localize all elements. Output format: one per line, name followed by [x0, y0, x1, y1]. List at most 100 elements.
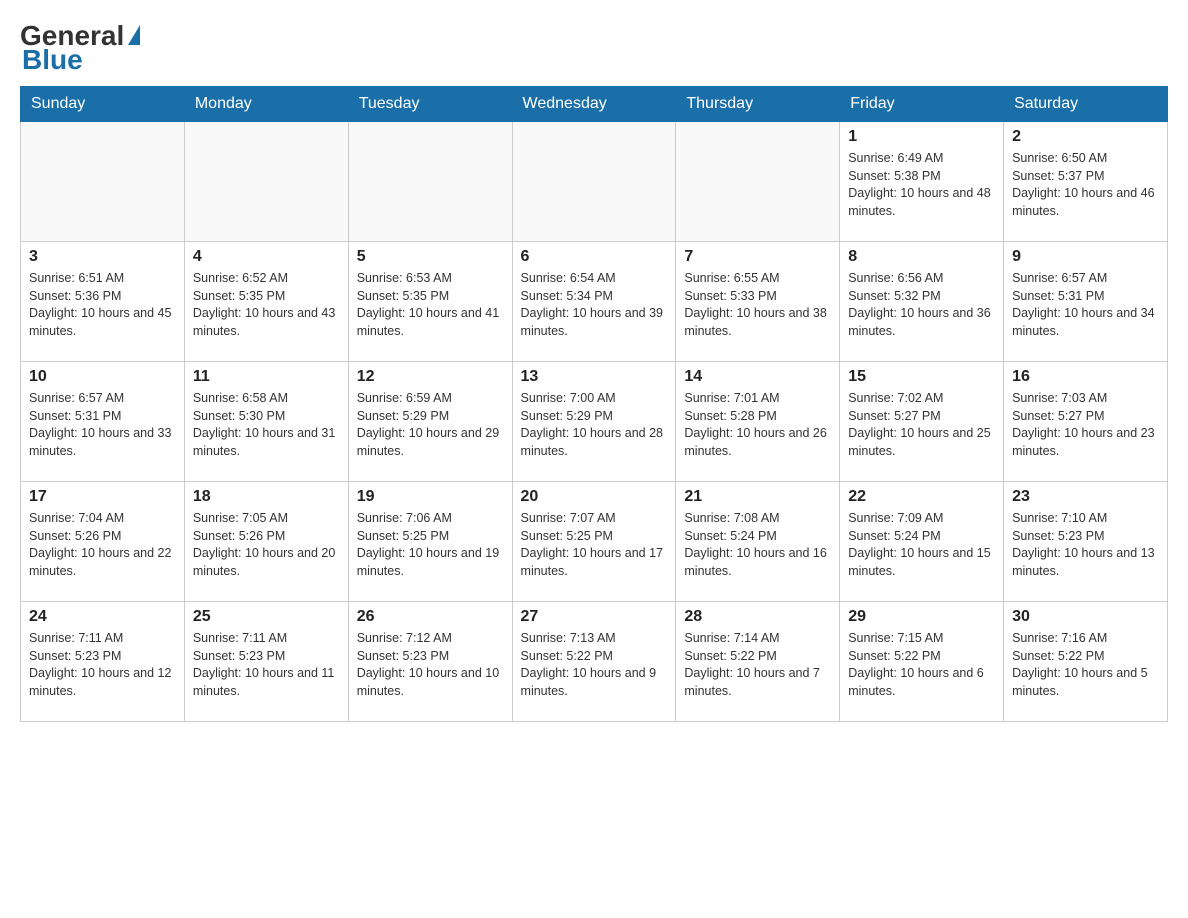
logo-triangle-icon [128, 25, 140, 45]
day-number: 23 [1012, 488, 1159, 506]
logo-blue-text: Blue [22, 44, 83, 76]
calendar-cell: 17Sunrise: 7:04 AM Sunset: 5:26 PM Dayli… [21, 482, 185, 602]
header-monday: Monday [184, 87, 348, 122]
day-number: 4 [193, 248, 340, 266]
day-number: 5 [357, 248, 504, 266]
day-info: Sunrise: 7:07 AM Sunset: 5:25 PM Dayligh… [521, 510, 668, 580]
day-number: 28 [684, 608, 831, 626]
calendar-week-row: 17Sunrise: 7:04 AM Sunset: 5:26 PM Dayli… [21, 482, 1168, 602]
day-number: 27 [521, 608, 668, 626]
calendar-cell: 15 Sunrise: 7:02 AM Sunset: 5:27 PM Dayli… [840, 362, 1004, 482]
day-info: Sunrise: 6:58 AM Sunset: 5:30 PM Dayligh… [193, 390, 340, 460]
day-number: 16 [1012, 368, 1159, 386]
day-number: 14 [684, 368, 831, 386]
day-info: Sunrise: 6:59 AM Sunset: 5:29 PM Dayligh… [357, 390, 504, 460]
calendar-cell: 23 Sunrise: 7:10 AM Sunset: 5:23 PM Dayli… [1004, 482, 1168, 602]
day-number: 17 [29, 488, 176, 506]
header-sunday: Sunday [21, 87, 185, 122]
day-info: Sunrise: 6:51 AM Sunset: 5:36 PM Dayligh… [29, 270, 176, 340]
day-number: 9 [1012, 248, 1159, 266]
day-number: 7 [684, 248, 831, 266]
calendar-header-row: Sunday Monday Tuesday Wednesday Thursday… [21, 87, 1168, 122]
day-info: Sunrise: 7:14 AM Sunset: 5:22 PM Dayligh… [684, 630, 831, 700]
calendar-cell: 16Sunrise: 7:03 AM Sunset: 5:27 PM Dayli… [1004, 362, 1168, 482]
calendar-cell: 30 Sunrise: 7:16 AM Sunset: 5:22 PM Dayli… [1004, 602, 1168, 722]
header-wednesday: Wednesday [512, 87, 676, 122]
calendar-week-row: 10 Sunrise: 6:57 AM Sunset: 5:31 PM Dayli… [21, 362, 1168, 482]
calendar-cell: 25 Sunrise: 7:11 AM Sunset: 5:23 PM Dayli… [184, 602, 348, 722]
calendar-cell: 5 Sunrise: 6:53 AM Sunset: 5:35 PM Daylig… [348, 242, 512, 362]
header-tuesday: Tuesday [348, 87, 512, 122]
day-info: Sunrise: 6:56 AM Sunset: 5:32 PM Dayligh… [848, 270, 995, 340]
calendar-cell [348, 122, 512, 242]
day-info: Sunrise: 7:16 AM Sunset: 5:22 PM Dayligh… [1012, 630, 1159, 700]
calendar-week-row: 24 Sunrise: 7:11 AM Sunset: 5:23 PM Dayli… [21, 602, 1168, 722]
calendar-cell: 14Sunrise: 7:01 AM Sunset: 5:28 PM Dayli… [676, 362, 840, 482]
day-info: Sunrise: 7:06 AM Sunset: 5:25 PM Dayligh… [357, 510, 504, 580]
day-info: Sunrise: 7:10 AM Sunset: 5:23 PM Dayligh… [1012, 510, 1159, 580]
calendar-cell: 12Sunrise: 6:59 AM Sunset: 5:29 PM Dayli… [348, 362, 512, 482]
day-info: Sunrise: 7:08 AM Sunset: 5:24 PM Dayligh… [684, 510, 831, 580]
day-info: Sunrise: 7:11 AM Sunset: 5:23 PM Dayligh… [29, 630, 176, 700]
day-number: 8 [848, 248, 995, 266]
calendar-cell: 10 Sunrise: 6:57 AM Sunset: 5:31 PM Dayli… [21, 362, 185, 482]
day-number: 3 [29, 248, 176, 266]
header-friday: Friday [840, 87, 1004, 122]
day-number: 30 [1012, 608, 1159, 626]
day-number: 1 [848, 128, 995, 146]
calendar-cell: 6 Sunrise: 6:54 AM Sunset: 5:34 PM Daylig… [512, 242, 676, 362]
calendar-cell: 28 Sunrise: 7:14 AM Sunset: 5:22 PM Dayli… [676, 602, 840, 722]
calendar-cell: 3 Sunrise: 6:51 AM Sunset: 5:36 PM Daylig… [21, 242, 185, 362]
calendar-cell: 19 Sunrise: 7:06 AM Sunset: 5:25 PM Dayli… [348, 482, 512, 602]
calendar-cell: 24 Sunrise: 7:11 AM Sunset: 5:23 PM Dayli… [21, 602, 185, 722]
calendar-week-row: 3 Sunrise: 6:51 AM Sunset: 5:36 PM Daylig… [21, 242, 1168, 362]
calendar-cell [184, 122, 348, 242]
calendar-cell: 4Sunrise: 6:52 AM Sunset: 5:35 PM Daylig… [184, 242, 348, 362]
calendar-cell: 9 Sunrise: 6:57 AM Sunset: 5:31 PM Daylig… [1004, 242, 1168, 362]
day-info: Sunrise: 6:54 AM Sunset: 5:34 PM Dayligh… [521, 270, 668, 340]
calendar-cell: 18Sunrise: 7:05 AM Sunset: 5:26 PM Dayli… [184, 482, 348, 602]
page-header: General Blue [20, 20, 1168, 76]
header-thursday: Thursday [676, 87, 840, 122]
calendar-cell [21, 122, 185, 242]
calendar-cell: 13 Sunrise: 7:00 AM Sunset: 5:29 PM Dayli… [512, 362, 676, 482]
day-number: 15 [848, 368, 995, 386]
day-number: 10 [29, 368, 176, 386]
day-info: Sunrise: 7:02 AM Sunset: 5:27 PM Dayligh… [848, 390, 995, 460]
day-info: Sunrise: 7:15 AM Sunset: 5:22 PM Dayligh… [848, 630, 995, 700]
calendar-table: Sunday Monday Tuesday Wednesday Thursday… [20, 86, 1168, 722]
calendar-cell: 26 Sunrise: 7:12 AM Sunset: 5:23 PM Dayli… [348, 602, 512, 722]
day-number: 11 [193, 368, 340, 386]
day-info: Sunrise: 6:53 AM Sunset: 5:35 PM Dayligh… [357, 270, 504, 340]
calendar-cell: 2Sunrise: 6:50 AM Sunset: 5:37 PM Daylig… [1004, 122, 1168, 242]
day-number: 22 [848, 488, 995, 506]
day-number: 19 [357, 488, 504, 506]
day-number: 24 [29, 608, 176, 626]
day-info: Sunrise: 7:09 AM Sunset: 5:24 PM Dayligh… [848, 510, 995, 580]
day-number: 18 [193, 488, 340, 506]
day-number: 6 [521, 248, 668, 266]
calendar-cell: 29Sunrise: 7:15 AM Sunset: 5:22 PM Dayli… [840, 602, 1004, 722]
day-number: 25 [193, 608, 340, 626]
day-info: Sunrise: 6:49 AM Sunset: 5:38 PM Dayligh… [848, 150, 995, 220]
calendar-cell: 20 Sunrise: 7:07 AM Sunset: 5:25 PM Dayli… [512, 482, 676, 602]
day-info: Sunrise: 6:57 AM Sunset: 5:31 PM Dayligh… [29, 390, 176, 460]
day-number: 26 [357, 608, 504, 626]
day-info: Sunrise: 7:00 AM Sunset: 5:29 PM Dayligh… [521, 390, 668, 460]
header-saturday: Saturday [1004, 87, 1168, 122]
day-info: Sunrise: 6:57 AM Sunset: 5:31 PM Dayligh… [1012, 270, 1159, 340]
calendar-cell: 11 Sunrise: 6:58 AM Sunset: 5:30 PM Dayli… [184, 362, 348, 482]
calendar-cell: 1 Sunrise: 6:49 AM Sunset: 5:38 PM Daylig… [840, 122, 1004, 242]
day-number: 20 [521, 488, 668, 506]
calendar-cell: 8 Sunrise: 6:56 AM Sunset: 5:32 PM Daylig… [840, 242, 1004, 362]
calendar-cell: 27 Sunrise: 7:13 AM Sunset: 5:22 PM Dayli… [512, 602, 676, 722]
calendar-cell: 7Sunrise: 6:55 AM Sunset: 5:33 PM Daylig… [676, 242, 840, 362]
day-info: Sunrise: 7:13 AM Sunset: 5:22 PM Dayligh… [521, 630, 668, 700]
day-number: 13 [521, 368, 668, 386]
calendar-cell: 22 Sunrise: 7:09 AM Sunset: 5:24 PM Dayli… [840, 482, 1004, 602]
calendar-cell [676, 122, 840, 242]
day-info: Sunrise: 7:12 AM Sunset: 5:23 PM Dayligh… [357, 630, 504, 700]
day-number: 2 [1012, 128, 1159, 146]
day-info: Sunrise: 7:11 AM Sunset: 5:23 PM Dayligh… [193, 630, 340, 700]
calendar-cell [512, 122, 676, 242]
